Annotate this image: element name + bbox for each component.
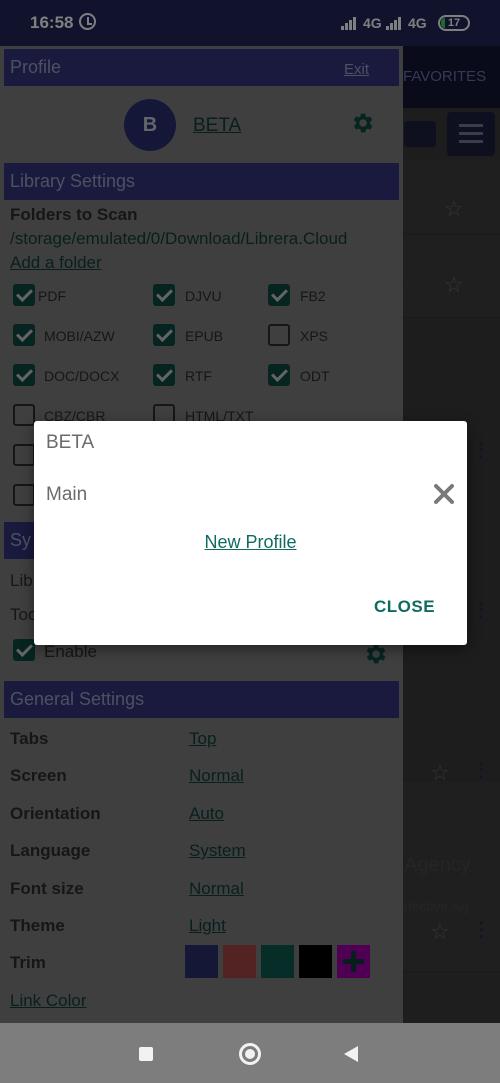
setting-value-screen[interactable]: Normal — [189, 766, 244, 786]
trim-color-swatch[interactable] — [299, 945, 332, 978]
library-settings-header: Library Settings — [4, 163, 399, 200]
checkbox-odt-label: ODT — [300, 368, 330, 384]
checkbox-rtf[interactable] — [153, 364, 175, 386]
checkbox-epub[interactable] — [153, 324, 175, 346]
checkbox-doc-label: DOC/DOCX — [44, 368, 120, 384]
setting-value-font-size[interactable]: Normal — [189, 879, 244, 899]
network-type-2: 4G — [408, 15, 427, 31]
checkbox-djvu-label: DJVU — [185, 288, 222, 304]
sync-line-1: Lib — [10, 571, 33, 590]
checkbox-mobi-label: MOBI/AZW — [44, 328, 115, 344]
profile-dialog: BETA Main New Profile CLOSE — [34, 421, 467, 645]
sync-header-title: Sy — [10, 530, 32, 550]
setting-label-orientation: Orientation — [10, 804, 101, 823]
signal-icon — [341, 17, 359, 30]
checkbox-rtf-label: RTF — [185, 368, 212, 384]
bg-tab-bar: FAVORITES — [400, 46, 500, 108]
gear-icon[interactable] — [349, 110, 375, 136]
trim-color-swatch[interactable] — [223, 945, 256, 978]
avatar[interactable]: B — [124, 99, 176, 151]
checkbox-hidden-2[interactable] — [13, 484, 35, 506]
folder-icon[interactable] — [404, 121, 436, 147]
plus-icon — [343, 951, 364, 972]
close-icon[interactable] — [431, 481, 457, 507]
bg-tab-favorites[interactable]: FAVORITES — [403, 68, 486, 85]
profile-header-title: Profile — [10, 57, 62, 77]
dialog-profile-main[interactable]: Main — [46, 484, 87, 506]
checkbox-fb2[interactable] — [268, 284, 290, 306]
checkbox-pdf-label: PDF — [38, 288, 66, 304]
setting-value-orientation[interactable]: Auto — [189, 804, 224, 824]
home-icon[interactable] — [239, 1043, 261, 1065]
more-icon[interactable]: ⋮ — [471, 440, 491, 460]
trim-color-swatch[interactable] — [337, 945, 370, 978]
dialog-profile-beta[interactable]: BETA — [46, 432, 94, 454]
setting-label-theme: Theme — [10, 916, 65, 935]
checkbox-pdf[interactable] — [13, 284, 35, 306]
checkbox-fb2-label: FB2 — [300, 288, 326, 304]
bg-item-title: Agency — [404, 854, 471, 876]
library-settings-title: Library Settings — [10, 171, 136, 191]
sync-enable-label: Enable — [44, 642, 97, 661]
profile-name-link[interactable]: BETA — [193, 115, 241, 137]
setting-label-trim: Trim — [10, 953, 46, 972]
folder-path[interactable]: /storage/emulated/0/Download/Librera.Clo… — [10, 229, 347, 249]
more-icon[interactable]: ⋮ — [471, 760, 491, 780]
checkbox-epub-label: EPUB — [185, 328, 224, 344]
star-icon[interactable]: ☆ — [430, 919, 450, 945]
setting-label-screen: Screen — [10, 766, 67, 785]
checkbox-xps-label: XPS — [300, 328, 329, 344]
general-settings-title: General Settings — [10, 689, 145, 709]
trim-color-swatch[interactable] — [261, 945, 294, 978]
bg-card[interactable] — [400, 782, 500, 972]
link-color-setting[interactable]: Link Color — [10, 991, 87, 1011]
exit-link[interactable]: Exit — [344, 61, 369, 78]
add-folder-link[interactable]: Add a folder — [10, 253, 102, 273]
menu-icon[interactable] — [447, 112, 495, 156]
profile-header: Profile Exit — [4, 49, 399, 86]
recents-icon[interactable] — [139, 1047, 153, 1061]
battery-icon: 17 — [438, 15, 470, 31]
new-profile-link[interactable]: New Profile — [34, 532, 467, 553]
checkbox-hidden-1[interactable] — [13, 444, 35, 466]
star-icon[interactable]: ☆ — [444, 196, 464, 222]
checkbox-mobi[interactable] — [13, 324, 35, 346]
trim-color-swatch[interactable] — [185, 945, 218, 978]
more-icon[interactable]: ⋮ — [471, 920, 491, 940]
back-icon[interactable] — [344, 1046, 358, 1062]
checkbox-djvu[interactable] — [153, 284, 175, 306]
setting-label-tabs: Tabs — [10, 729, 49, 748]
close-button[interactable]: CLOSE — [374, 597, 435, 617]
checkbox-doc[interactable] — [13, 364, 35, 386]
bg-item-subtitle: etective Ag... — [400, 898, 481, 914]
setting-value-tabs[interactable]: Top — [189, 729, 216, 749]
general-settings-header: General Settings — [4, 681, 399, 718]
status-bar: 16:58 4G 4G 17 — [0, 0, 500, 46]
checkbox-cbz[interactable] — [13, 404, 35, 426]
more-icon[interactable]: ⋮ — [471, 600, 491, 620]
signal-icon-2 — [386, 17, 404, 30]
star-icon[interactable]: ☆ — [444, 272, 464, 298]
checkbox-xps[interactable] — [268, 324, 290, 346]
folders-to-scan-label: Folders to Scan — [10, 205, 138, 224]
setting-label-language: Language — [10, 841, 91, 860]
system-nav-bar — [0, 1023, 500, 1083]
checkbox-sync-enable[interactable] — [13, 639, 35, 661]
status-time: 16:58 — [30, 13, 74, 32]
setting-value-language[interactable]: System — [189, 841, 246, 861]
checkbox-odt[interactable] — [268, 364, 290, 386]
setting-value-theme[interactable]: Light — [189, 916, 226, 936]
alarm-icon — [79, 13, 96, 30]
star-icon[interactable]: ☆ — [430, 760, 450, 786]
setting-label-font-size: Font size — [10, 879, 84, 898]
network-type-1: 4G — [363, 15, 382, 31]
